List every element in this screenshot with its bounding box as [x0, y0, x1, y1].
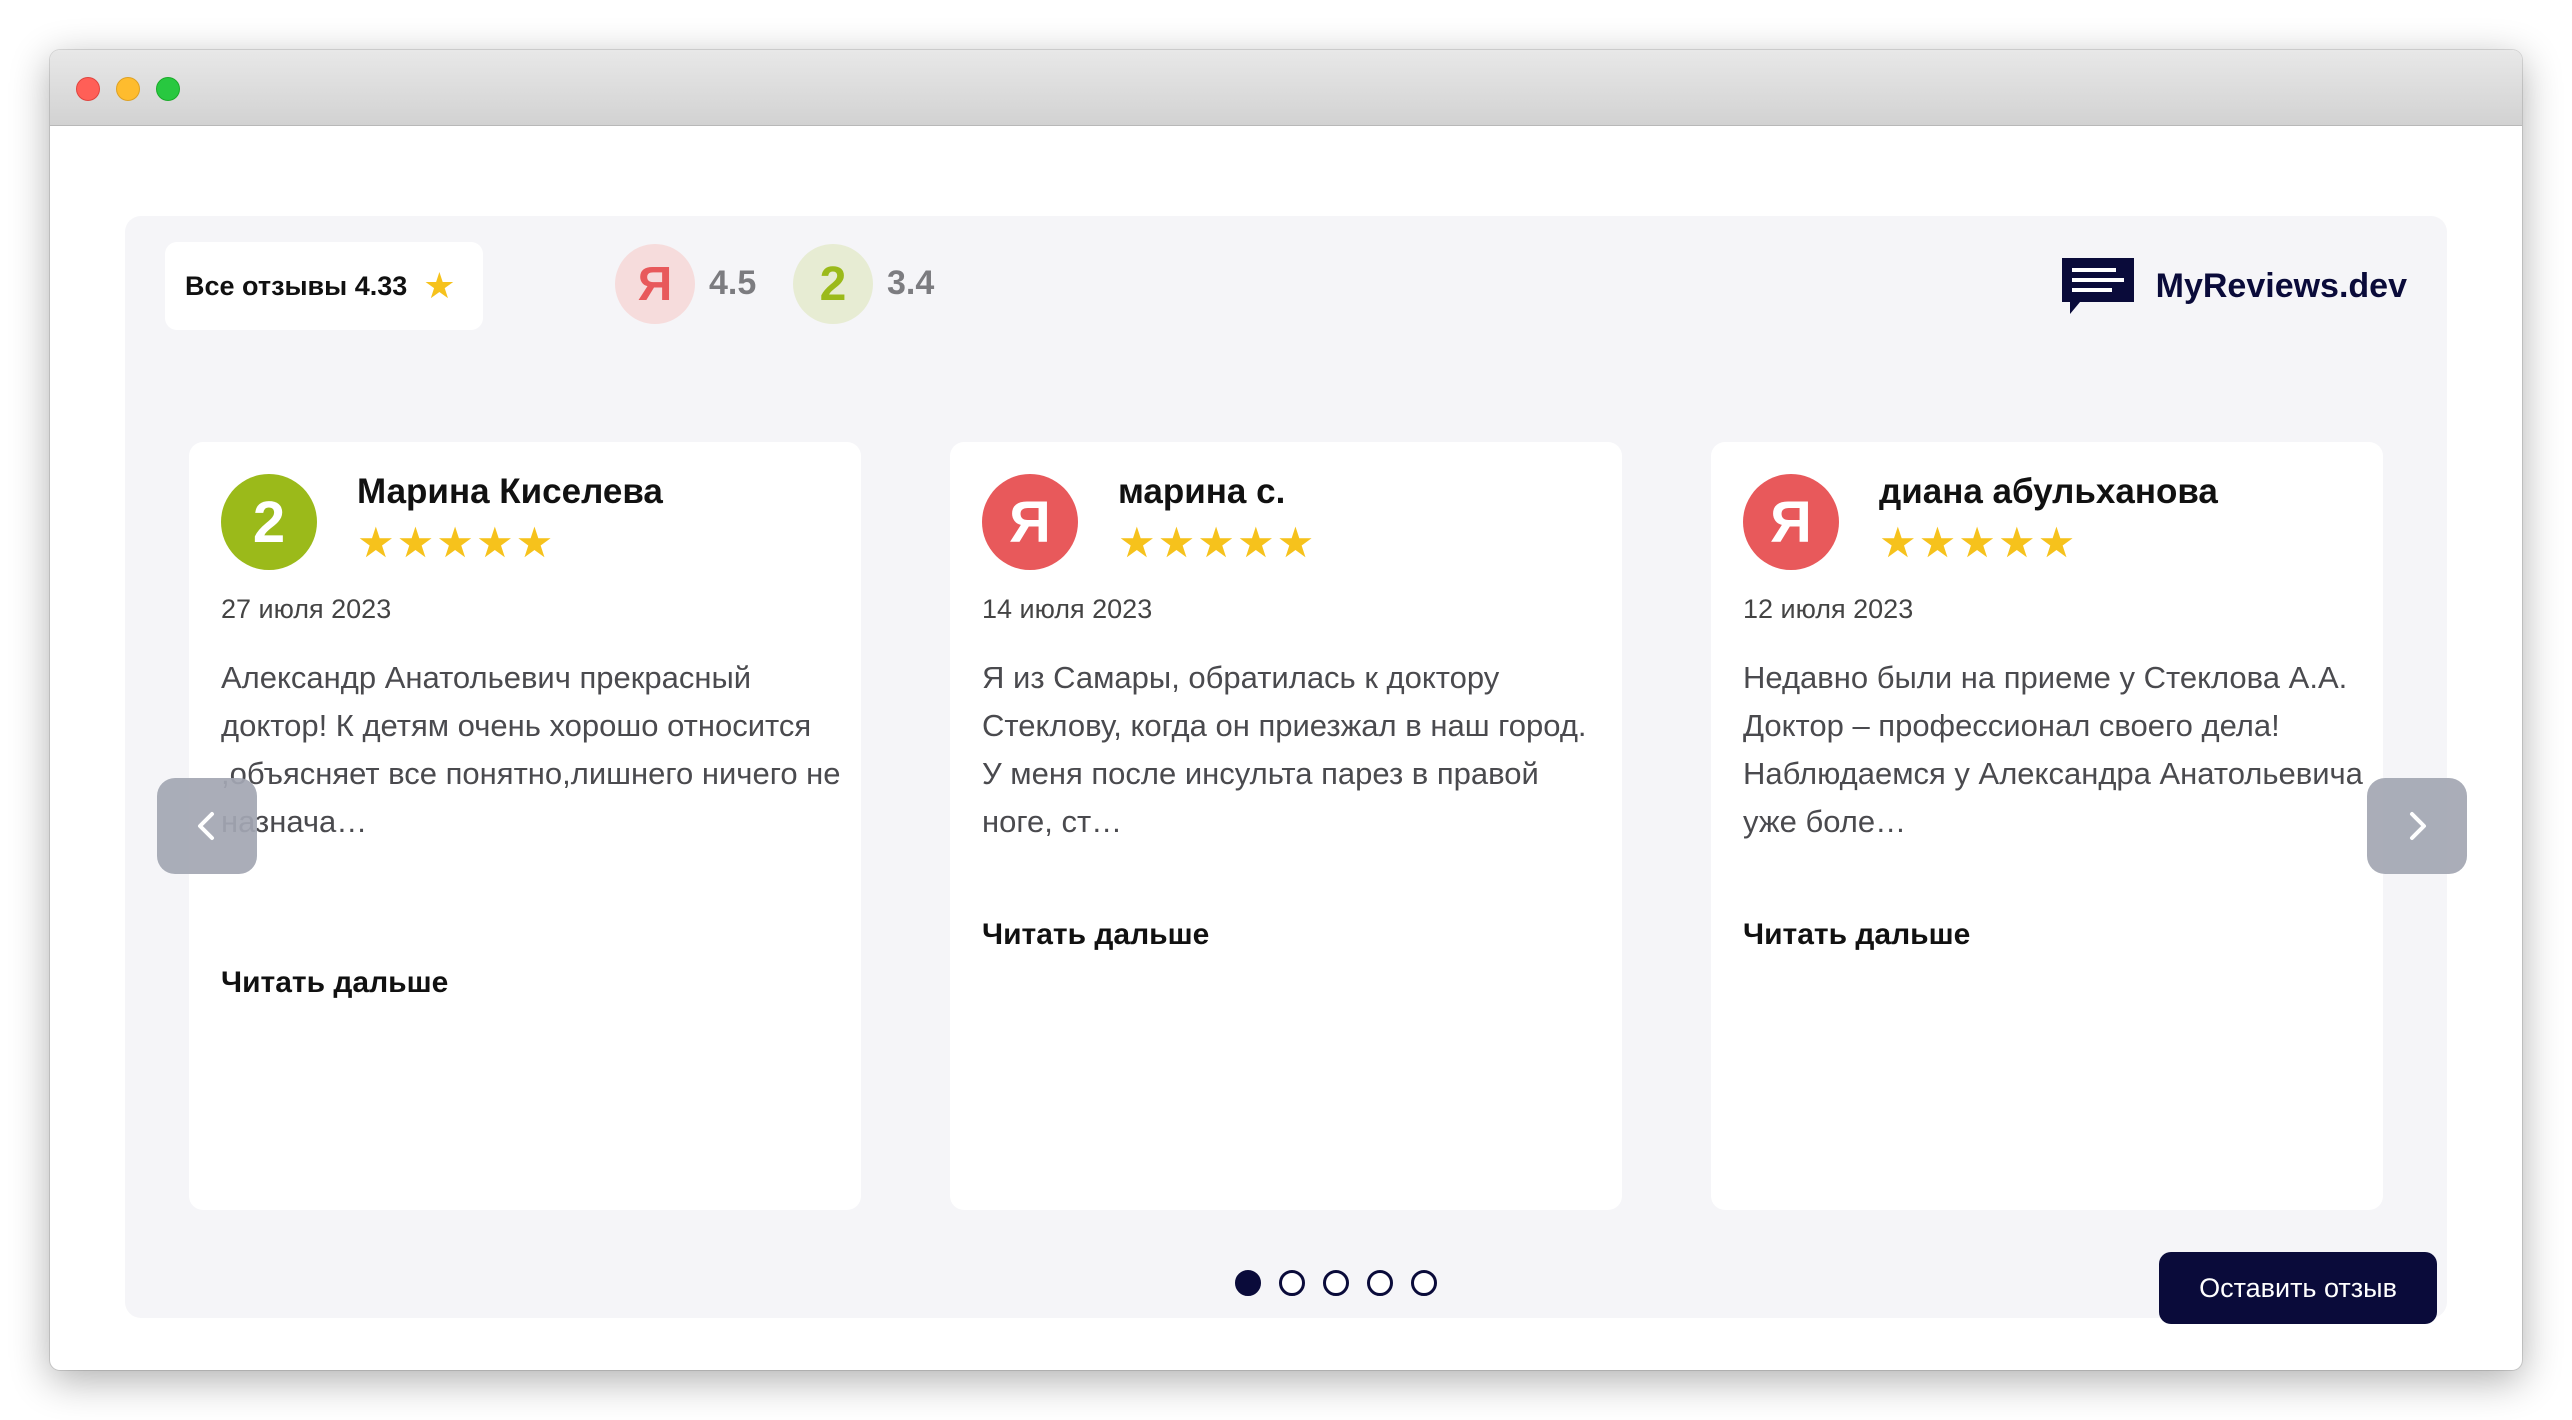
star-rating: ★★★★★ — [1879, 519, 2078, 566]
star-rating: ★★★★★ — [1118, 519, 1317, 566]
review-card: 2 Марина Киселева ★★★★★ 27 июля 2023 Але… — [189, 442, 861, 1210]
pagination-dot[interactable] — [1367, 1270, 1393, 1296]
review-text: Я из Самары, обратилась к доктору Стекло… — [982, 660, 1587, 839]
prev-slide-button[interactable] — [157, 778, 257, 874]
review-card: Я диана абульханова ★★★★★ 12 июля 2023 Н… — [1711, 442, 2383, 1210]
title-bar — [50, 50, 2522, 126]
yandex-avatar-icon: Я — [1743, 474, 1839, 570]
star-icon: ★ — [423, 265, 456, 306]
all-reviews-label: Все отзывы 4.33 — [185, 270, 408, 301]
pagination-dot[interactable] — [1323, 1270, 1349, 1296]
pagination-dot[interactable] — [1279, 1270, 1305, 1296]
chevron-left-icon — [198, 812, 214, 840]
read-more-link[interactable]: Читать дальше — [982, 918, 1209, 952]
review-text: Александр Анатольевич прекрасный доктор!… — [221, 660, 841, 839]
review-author: диана абульханова — [1879, 472, 2218, 511]
brand-name: MyReviews.dev — [2155, 266, 2407, 305]
yandex-avatar-icon: Я — [982, 474, 1078, 570]
all-reviews-filter[interactable]: Все отзывы 4.33 ★ — [165, 242, 483, 330]
read-more-link[interactable]: Читать дальше — [221, 966, 448, 1000]
browser-window: Все отзывы 4.33 ★ Я 4.5 2 3.4 MyReviews.… — [50, 50, 2522, 1370]
yandex-rating: 4.5 — [709, 264, 757, 302]
pagination-dot[interactable] — [1411, 1270, 1437, 1296]
reviews-widget: Все отзывы 4.33 ★ Я 4.5 2 3.4 MyReviews.… — [125, 216, 2467, 1324]
2gis-rating: 3.4 — [887, 264, 935, 302]
leave-review-button[interactable]: Оставить отзыв — [2159, 1252, 2437, 1324]
review-date: 14 июля 2023 — [982, 594, 1153, 624]
review-author: марина с. — [1118, 472, 1286, 511]
minimize-window-button[interactable] — [116, 77, 140, 101]
review-card: Я марина с. ★★★★★ 14 июля 2023 Я из Сама… — [950, 442, 1622, 1210]
review-text: Недавно были на приеме у Стеклова А.А. Д… — [1743, 660, 2363, 839]
pagination-dot[interactable] — [1235, 1270, 1261, 1296]
review-author: Марина Киселева — [357, 472, 663, 511]
read-more-link[interactable]: Читать дальше — [1743, 918, 1970, 952]
close-window-button[interactable] — [76, 77, 100, 101]
yandex-source-icon[interactable]: Я — [615, 244, 695, 324]
pagination-dots — [1235, 1270, 1455, 1296]
2gis-source-icon[interactable]: 2 — [793, 244, 873, 324]
chat-bubble-icon — [2061, 258, 2134, 314]
star-rating: ★★★★★ — [357, 519, 556, 566]
zoom-window-button[interactable] — [156, 77, 180, 101]
review-date: 27 июля 2023 — [221, 594, 392, 624]
brand-logo[interactable]: MyReviews.dev — [2060, 256, 2407, 316]
2gis-avatar-icon: 2 — [221, 474, 317, 570]
chevron-right-icon — [2410, 812, 2426, 840]
next-slide-button[interactable] — [2367, 778, 2467, 874]
review-date: 12 июля 2023 — [1743, 594, 1914, 624]
